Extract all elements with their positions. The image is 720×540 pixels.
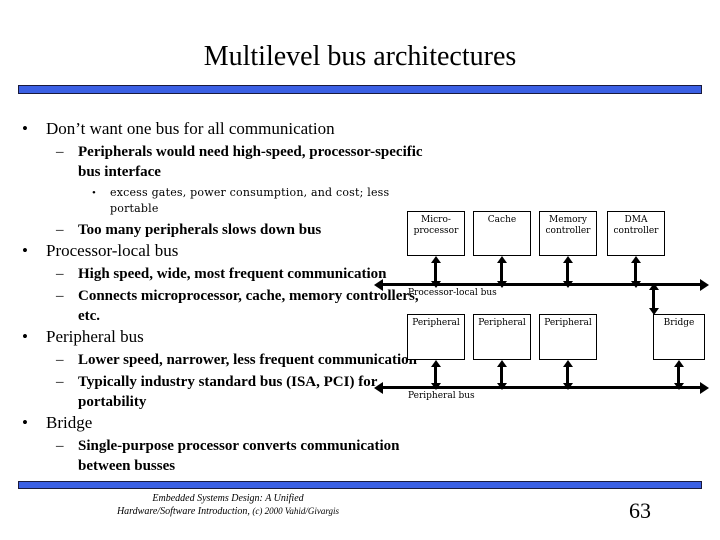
footer-credit-line1: Embedded Systems Design: A Unified: [152, 493, 304, 504]
box-label-line2: processor: [413, 226, 459, 236]
connector-dma-controller-to-local-bus: [630, 256, 641, 288]
bullet-text: Typically industry standard bus (ISA, PC…: [78, 374, 378, 410]
diagram-box-peripheral-2: Peripheral: [473, 314, 531, 360]
footer-credit: Embedded Systems Design: A Unified Hardw…: [18, 492, 438, 518]
bullet-text: Bridge: [46, 413, 93, 432]
bullet-level1: • Don’t want one bus for all communicati…: [0, 118, 430, 140]
bullet-text: Peripherals would need high-speed, proce…: [78, 144, 423, 180]
bullet-level2: – High speed, wide, most frequent commun…: [0, 264, 430, 284]
title-divider-bar: [18, 85, 702, 94]
box-label-line2: controller: [613, 226, 659, 236]
bullet-level2: – Connects microprocessor, cache, memory…: [0, 286, 430, 326]
bullet-text: Don’t want one bus for all communication: [46, 119, 335, 138]
processor-local-bus-left-arrow-icon: [374, 278, 383, 291]
bullet-text: Single-purpose processor converts commun…: [78, 438, 400, 474]
bullet-marker: –: [56, 352, 64, 368]
diagram-box-cache: Cache: [473, 211, 531, 256]
bullet-marker: •: [22, 241, 28, 260]
box-label-line2: controller: [545, 226, 591, 236]
diagram-box-memory-controller: Memory controller: [539, 211, 597, 256]
page-number: 63: [629, 498, 651, 523]
diagram-box-dma-controller: DMA controller: [607, 211, 665, 256]
peripheral-bus-line: [383, 386, 700, 389]
processor-local-bus-right-arrow-icon: [700, 278, 709, 291]
bullet-marker: •: [22, 119, 28, 138]
bullet-level1: • Processor-local bus: [0, 240, 430, 262]
diagram-box-peripheral-1: Peripheral: [407, 314, 465, 360]
bullet-level3: • excess gates, power consumption, and c…: [0, 185, 430, 217]
peripheral-bus-right-arrow-icon: [700, 381, 709, 394]
connector-microprocessor-to-local-bus: [430, 256, 441, 288]
box-label-line1: Cache: [487, 215, 517, 225]
bullet-level2: – Too many peripherals slows down bus: [0, 220, 430, 240]
bullet-text: Processor-local bus: [46, 241, 179, 260]
bullet-marker: –: [56, 144, 64, 160]
box-label-line1: Peripheral: [412, 318, 460, 328]
box-label-line1: Micro-: [421, 215, 451, 225]
connector-cache-to-local-bus: [496, 256, 507, 288]
box-label-line1: Bridge: [663, 318, 695, 328]
diagram-box-peripheral-3: Peripheral: [539, 314, 597, 360]
connector-local-bus-to-bridge: [648, 283, 659, 315]
peripheral-bus-left-arrow-icon: [374, 381, 383, 394]
bullet-marker: –: [56, 222, 64, 238]
bullet-marker: –: [56, 438, 64, 454]
slide: Multilevel bus architectures • Don’t wan…: [0, 0, 720, 540]
diagram-box-bridge: Bridge: [653, 314, 705, 360]
bullet-text: Peripheral bus: [46, 327, 144, 346]
page-title: Multilevel bus architectures: [203, 41, 517, 72]
bus-architecture-diagram: Micro- processor Cache Memory controller…: [374, 205, 714, 410]
bullet-level1: • Peripheral bus: [0, 326, 430, 348]
footer-credit-line2: Hardware/Software Introduction,: [116, 506, 250, 517]
connector-peripheral-3-to-peripheral-bus: [562, 360, 573, 390]
bullet-marker: •: [22, 413, 28, 432]
bullet-marker: –: [56, 288, 64, 304]
connector-memory-controller-to-local-bus: [562, 256, 573, 288]
bullet-text: Lower speed, narrower, less frequent com…: [78, 352, 418, 368]
processor-local-bus-label: Processor-local bus: [408, 288, 497, 298]
bullet-marker: •: [92, 187, 97, 199]
connector-peripheral-2-to-peripheral-bus: [496, 360, 507, 390]
bullet-list: • Don’t want one bus for all communicati…: [0, 118, 430, 476]
bullet-marker: •: [22, 327, 28, 346]
bullet-text: High speed, wide, most frequent communic…: [78, 266, 387, 282]
bullet-text: Too many peripherals slows down bus: [78, 222, 322, 238]
bullet-text: excess gates, power consumption, and cos…: [110, 186, 390, 215]
connector-bridge-to-peripheral-bus: [673, 360, 684, 390]
bullet-text: Connects microprocessor, cache, memory c…: [78, 288, 419, 324]
box-label-line1: DMA: [624, 215, 648, 225]
bullet-level1: • Bridge: [0, 412, 430, 434]
box-label-line1: Peripheral: [478, 318, 526, 328]
box-label-line1: Memory: [549, 215, 587, 225]
bullet-level2: – Typically industry standard bus (ISA, …: [0, 372, 430, 412]
connector-peripheral-1-to-peripheral-bus: [430, 360, 441, 390]
box-label-line1: Peripheral: [544, 318, 592, 328]
bullet-level2: – Lower speed, narrower, less frequent c…: [0, 350, 430, 370]
footer-credit-line2-wrap: Hardware/Software Introduction, (c) 2000…: [18, 505, 438, 518]
diagram-box-microprocessor: Micro- processor: [407, 211, 465, 256]
bullet-level2: – Single-purpose processor converts comm…: [0, 436, 430, 476]
peripheral-bus-label: Peripheral bus: [408, 391, 475, 401]
bullet-level2: – Peripherals would need high-speed, pro…: [0, 142, 430, 182]
footer-credit-copyright: (c) 2000 Vahid/Givargis: [252, 506, 340, 516]
bullet-marker: –: [56, 266, 64, 282]
bullet-marker: –: [56, 374, 64, 390]
footer-divider-bar: [18, 481, 702, 489]
